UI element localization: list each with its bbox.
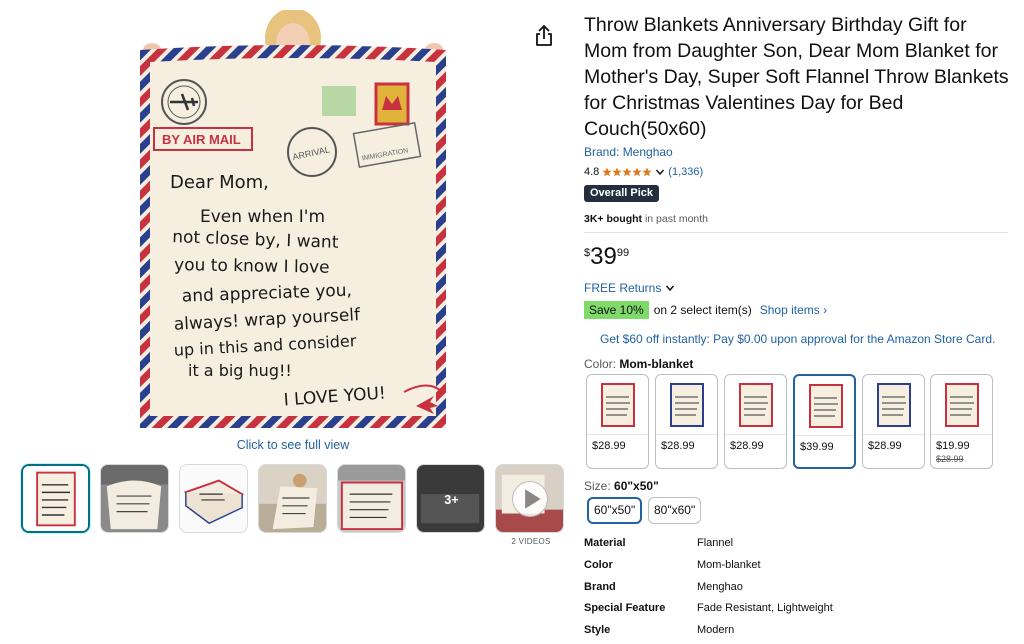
price: $ 39 99 [584, 244, 629, 270]
color-label: Color: Mom-blanket [584, 357, 693, 371]
color-option[interactable]: $19.99 $28.99 [930, 374, 993, 469]
size-label: Size: 60"x50" [584, 479, 659, 493]
color-option-price: $19.99 [936, 440, 970, 452]
star-rating-icon[interactable] [602, 167, 652, 177]
spec-value: Flannel [697, 537, 734, 549]
spec-row: Color Mom-blanket [584, 559, 1004, 580]
price-fraction: 99 [616, 247, 630, 259]
letter-blanket-image: BY AIR MAIL ARRIVAL IMMIGRATION Dear Mom… [140, 8, 446, 428]
airmail-stamp-text: BY AIR MAIL [162, 132, 241, 147]
selected-color: Mom-blanket [619, 357, 694, 371]
chevron-down-icon [666, 285, 675, 292]
letter-line: it a big hug!! [188, 361, 292, 380]
main-product-image[interactable]: BY AIR MAIL ARRIVAL IMMIGRATION Dear Mom… [134, 8, 452, 432]
spec-value: Modern [697, 624, 735, 636]
color-option[interactable]: $28.99 [586, 374, 649, 469]
spec-row: Style Modern [584, 624, 1004, 644]
size-option-selected[interactable]: 60"x50" [587, 497, 643, 524]
bought-count: 3K+ bought [584, 213, 643, 225]
color-option-price: $39.99 [800, 441, 834, 453]
blanket-on-chair-thumbnail[interactable] [100, 464, 169, 533]
letter-line: you to know I love [174, 255, 330, 278]
spec-key: Material [584, 537, 626, 549]
shop-items-link[interactable]: Shop items › [760, 303, 827, 317]
save-percent-badge: Save 10% [584, 301, 649, 319]
rating-value: 4.8 [584, 166, 600, 178]
more-images-count: 3+ [444, 493, 458, 507]
store-card-offer-link[interactable]: Get $60 off instantly: Pay $0.00 upon ap… [600, 332, 995, 346]
color-option[interactable]: $28.99 [862, 374, 925, 469]
selected-size: 60"x50" [614, 479, 659, 493]
coupon-text: on 2 select item(s) [653, 303, 752, 317]
size-option[interactable]: 80"x60" [648, 497, 702, 524]
product-title: Throw Blankets Anniversary Birthday Gift… [584, 14, 1009, 140]
videos-count-label: 2 VIDEOS [511, 537, 551, 546]
bought-in-past-month: 3K+ bought in past month [584, 213, 708, 225]
blanket-on-couch-thumbnail[interactable] [258, 464, 327, 533]
brand-link[interactable]: Brand: Menghao [584, 145, 673, 159]
price-whole: 39 [590, 243, 617, 270]
chevron-down-icon[interactable] [655, 167, 665, 177]
overall-pick-badge[interactable]: Overall Pick [584, 185, 659, 202]
spec-key: Style [584, 624, 611, 636]
letter-line: Even when I'm [200, 207, 325, 227]
spec-value: Fade Resistant, Lightweight [697, 602, 833, 614]
blanket-on-bed-thumbnail[interactable] [337, 464, 406, 533]
spec-row: Special Feature Fade Resistant, Lightwei… [584, 602, 1004, 623]
spec-row: Material Flannel [584, 537, 1004, 558]
share-icon[interactable] [533, 24, 555, 48]
free-returns-link[interactable]: FREE Returns [584, 281, 675, 295]
size-label-prefix: Size: [584, 479, 615, 493]
rating-count-link[interactable]: (1,336) [668, 166, 703, 178]
color-option-old-price: $28.99 [936, 454, 964, 464]
color-option-selected[interactable]: $39.99 [793, 374, 856, 469]
spec-key: Color [584, 559, 613, 571]
rating-row: 4.8 (1,336) [584, 164, 703, 180]
bought-period: in past month [642, 213, 708, 225]
color-option-price: $28.99 [592, 440, 626, 452]
divider [584, 232, 1008, 233]
letter-greeting: Dear Mom, [170, 172, 269, 193]
full-view-link[interactable]: Click to see full view [193, 438, 393, 452]
more-images-thumbnail[interactable]: 3+ [416, 464, 485, 533]
folded-blanket-thumbnail[interactable] [179, 464, 248, 533]
free-returns-label: FREE Returns [584, 281, 662, 295]
spec-value: Mom-blanket [697, 559, 761, 571]
color-option-price: $28.99 [730, 440, 764, 452]
color-option[interactable]: $28.99 [655, 374, 718, 469]
coupon-row: Save 10% on 2 select item(s) Shop items … [584, 301, 827, 319]
spec-key: Brand [584, 581, 616, 593]
spec-row: Brand Menghao [584, 581, 1004, 602]
color-option-price: $28.99 [661, 440, 695, 452]
color-option-price: $28.99 [868, 440, 902, 452]
color-option[interactable]: $28.99 [724, 374, 787, 469]
spec-value: Menghao [697, 581, 743, 593]
spec-key: Special Feature [584, 602, 666, 614]
color-label-prefix: Color: [584, 357, 620, 371]
letter-blanket-thumbnail[interactable] [21, 464, 90, 533]
video-thumbnail[interactable] [495, 464, 564, 533]
